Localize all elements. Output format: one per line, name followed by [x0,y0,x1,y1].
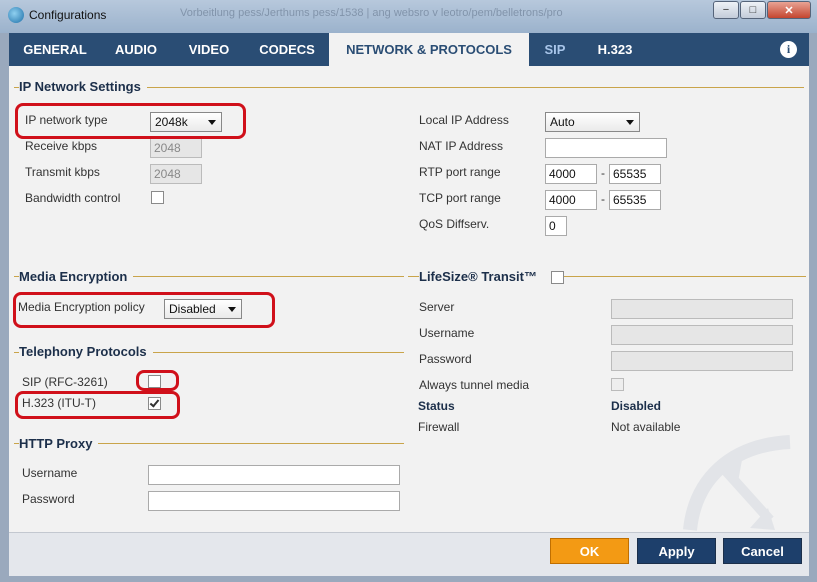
transit-username-label: Username [419,326,475,340]
nat-ip-label: NAT IP Address [419,139,504,153]
h323-protocol-label: H.323 (ITU-T) [22,396,97,410]
transit-server-field [611,299,793,319]
section-title-transit: LifeSize® Transit™ [419,269,561,284]
rtp-range-separator: - [601,166,605,180]
firewall-label: Firewall [418,420,460,434]
section-title-telephony: Telephony Protocols [19,344,153,359]
receive-kbps-label: Receive kbps [25,139,98,153]
section-title-http-proxy: HTTP Proxy [19,436,99,451]
tcp-port-to-field[interactable]: 65535 [609,190,661,210]
cancel-button[interactable]: Cancel [723,538,802,564]
proxy-password-field[interactable] [148,491,400,511]
section-title-media-encryption: Media Encryption [19,269,134,284]
tab-audio[interactable]: AUDIO [101,33,171,66]
media-encryption-policy-select[interactable]: Disabled [164,299,242,319]
ip-network-type-value: 2048k [155,115,188,129]
close-button[interactable]: ✕ [767,1,811,19]
firewall-value: Not available [611,420,681,434]
tab-general[interactable]: GENERAL [13,33,97,66]
bandwidth-control-label: Bandwidth control [25,191,121,205]
minimize-button[interactable]: − [713,1,739,19]
window-title: Configurations [29,8,107,22]
transmit-kbps-field: 2048 [150,164,202,184]
chevron-down-icon [208,120,216,125]
maximize-button[interactable]: □ [740,1,766,19]
proxy-username-field[interactable] [148,465,400,485]
always-tunnel-media-label: Always tunnel media [419,378,530,392]
transit-password-field [611,351,793,371]
apply-button[interactable]: Apply [637,538,716,564]
local-ip-select[interactable]: Auto [545,112,640,132]
local-ip-label: Local IP Address [419,113,509,127]
chevron-down-icon [626,120,634,125]
transit-enable-checkbox[interactable] [551,271,564,284]
title-bar: Configurations Vorbeitlung pess/Jerthums… [0,0,817,33]
tcp-port-range-label: TCP port range [419,191,501,205]
transit-server-label: Server [419,300,455,314]
transit-watermark-icon [683,435,791,531]
transit-password-label: Password [419,352,472,366]
chevron-down-icon [228,307,236,312]
tab-sip[interactable]: SIP [534,33,576,66]
media-encryption-policy-label: Media Encryption policy [18,300,145,314]
ip-network-type-label: IP network type [25,113,108,127]
transit-status-value: Disabled [611,399,662,413]
sip-protocol-label: SIP (RFC-3261) [22,375,108,389]
transit-username-field [611,325,793,345]
nat-ip-field[interactable] [545,138,667,158]
rtp-port-range-label: RTP port range [419,165,501,179]
transit-status-label: Status [418,399,455,413]
tab-h323[interactable]: H.323 [583,33,647,66]
tab-video[interactable]: VIDEO [175,33,243,66]
ip-network-type-select[interactable]: 2048k [150,112,222,132]
bandwidth-control-checkbox[interactable] [151,191,164,204]
always-tunnel-media-checkbox [611,378,624,391]
media-encryption-policy-value: Disabled [169,302,216,316]
ok-button[interactable]: OK [550,538,629,564]
rtp-port-from-field[interactable]: 4000 [545,164,597,184]
transmit-kbps-label: Transmit kbps [25,165,100,179]
section-title-ip-network: IP Network Settings [19,79,147,94]
tcp-range-separator: - [601,192,605,206]
local-ip-value: Auto [550,115,575,129]
proxy-username-label: Username [22,466,78,480]
h323-protocol-checkbox[interactable] [148,397,161,410]
rtp-port-to-field[interactable]: 65535 [609,164,661,184]
tab-network-protocols[interactable]: NETWORK & PROTOCOLS [329,33,529,66]
tab-bar: GENERAL AUDIO VIDEO CODECS NETWORK & PRO… [9,33,809,66]
app-logo-icon [8,7,24,23]
qos-diffserv-label: QoS Diffserv. [419,217,490,231]
qos-diffserv-field[interactable]: 0 [545,216,567,236]
checkmark-icon [149,397,160,408]
proxy-password-label: Password [22,492,75,506]
receive-kbps-field: 2048 [150,138,202,158]
sip-protocol-checkbox[interactable] [148,375,161,388]
tcp-port-from-field[interactable]: 4000 [545,190,597,210]
tab-codecs[interactable]: CODECS [247,33,327,66]
info-icon[interactable]: i [780,41,797,58]
background-window-text: Vorbeitlung pess/Jerthums pess/1538 | an… [180,7,563,19]
